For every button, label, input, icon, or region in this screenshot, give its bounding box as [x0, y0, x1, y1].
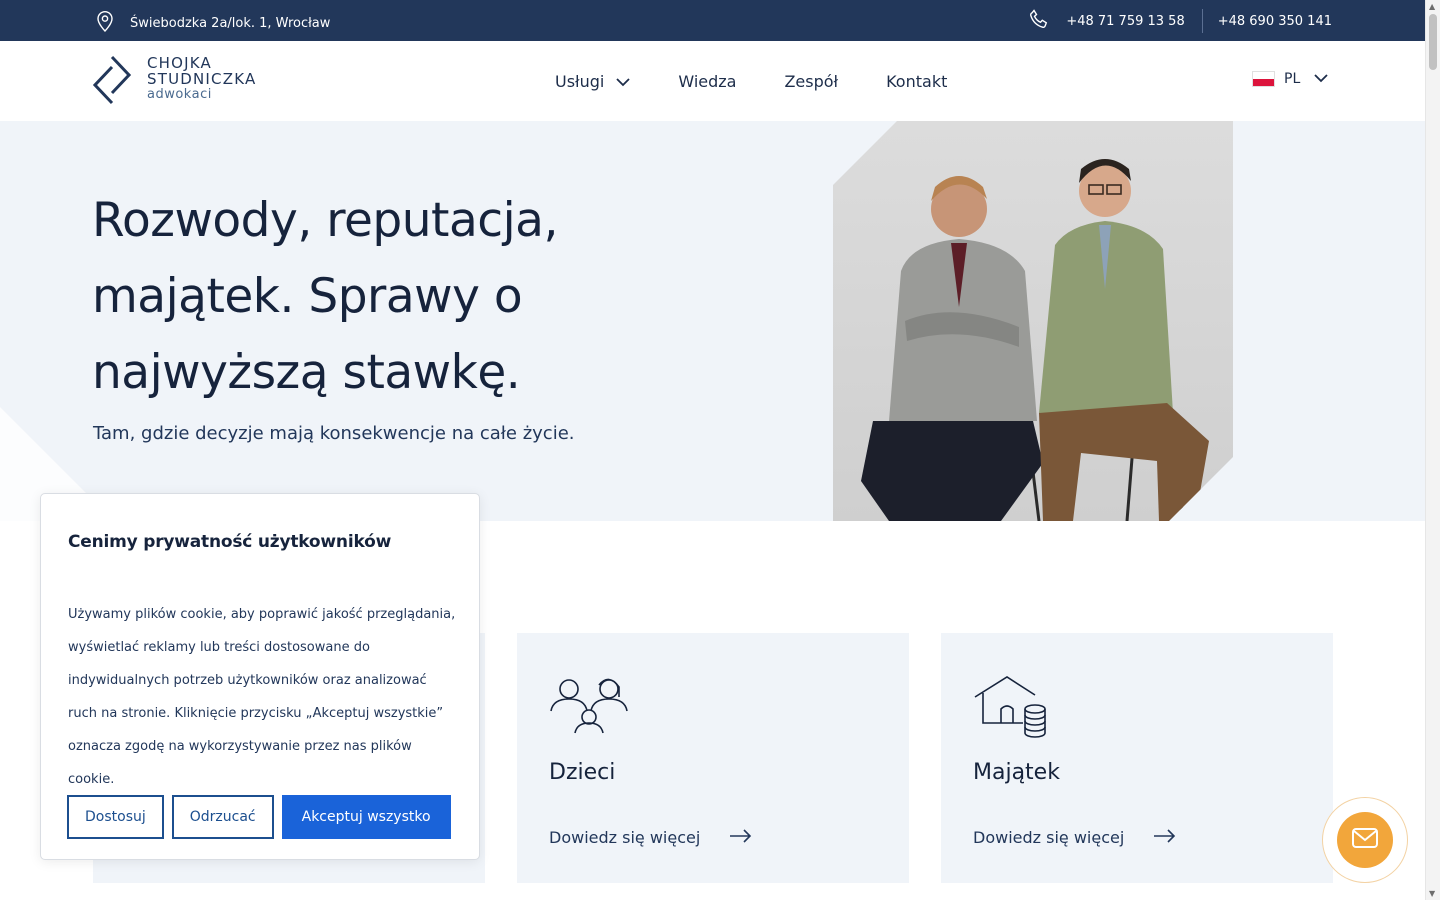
main-nav: Usługi Wiedza Zespół Kontakt [555, 72, 995, 91]
nav-label: Wiedza [678, 72, 737, 91]
nav-label: Kontakt [886, 72, 948, 91]
language-switcher[interactable]: PL [1252, 71, 1328, 87]
lawyers-photo [833, 121, 1233, 521]
service-card-dzieci[interactable]: Dzieci Dowiedz się więcej [517, 633, 909, 883]
phone-numbers: +48 71 759 13 58 +48 690 350 141 [1028, 8, 1332, 34]
accept-all-button[interactable]: Akceptuj wszystko [281, 795, 451, 839]
hero-section: Rozwody, reputacja, majątek. Sprawy o na… [0, 121, 1425, 521]
page-scrollbar[interactable]: ▲ ▼ [1425, 0, 1440, 900]
contact-fab-button[interactable] [1337, 812, 1393, 868]
phone-icon [1028, 8, 1050, 34]
learn-more-link[interactable]: Dowiedz się więcej [549, 828, 752, 847]
nav-item-uslugi[interactable]: Usługi [555, 72, 630, 91]
arrow-right-icon [1154, 828, 1176, 847]
logo-line-3: adwokaci [147, 87, 212, 102]
nav-item-kontakt[interactable]: Kontakt [886, 72, 947, 91]
nav-label: Zespół [784, 72, 839, 91]
nav-item-zespol[interactable]: Zespół [784, 72, 838, 91]
hero-title-line-3: najwyższą stawkę. [92, 345, 521, 400]
card-title: Majątek [973, 760, 1060, 785]
address[interactable]: Świebodzka 2a/lok. 1, Wrocław [96, 10, 330, 36]
family-icon [549, 675, 629, 739]
divider [1201, 9, 1203, 33]
poland-flag-icon [1252, 71, 1275, 87]
phone-link-2[interactable]: +48 690 350 141 [1218, 14, 1332, 29]
card-title: Dzieci [549, 760, 616, 785]
link-label: Dowiedz się więcej [973, 828, 1125, 847]
cookie-buttons: Dostosuj Odrzucać Akceptuj wszystko [67, 795, 451, 839]
learn-more-link[interactable]: Dowiedz się więcej [973, 828, 1176, 847]
reject-button[interactable]: Odrzucać [171, 795, 274, 839]
hero-subtitle: Tam, gdzie decyzje mają konsekwencje na … [93, 423, 575, 444]
chevron-down-icon [1314, 71, 1328, 87]
nav-label: Usługi [555, 72, 605, 91]
nav-item-wiedza[interactable]: Wiedza [678, 72, 736, 91]
scroll-up-icon[interactable]: ▲ [1429, 2, 1435, 11]
hero-title-line-1: Rozwody, reputacja, [92, 193, 558, 248]
scroll-down-icon[interactable]: ▼ [1429, 889, 1435, 898]
arrow-right-icon [730, 828, 752, 847]
logo-line-2: STUDNICZKA [147, 70, 257, 88]
cookie-description: Używamy plików cookie, aby poprawić jako… [68, 607, 456, 787]
mail-icon [1352, 828, 1378, 852]
top-bar: Świebodzka 2a/lok. 1, Wrocław +48 71 759… [0, 0, 1425, 41]
main-header: CHOJKA STUDNICZKA adwokaci Usługi Wiedza… [0, 41, 1425, 121]
location-pin-icon [96, 10, 114, 36]
phone-link-1[interactable]: +48 71 759 13 58 [1066, 14, 1184, 29]
chevron-down-icon [616, 72, 630, 91]
cookie-title: Cenimy prywatność użytkowników [68, 532, 392, 552]
hero-title: Rozwody, reputacja, majątek. Sprawy o na… [92, 183, 612, 411]
scrollbar-thumb[interactable] [1429, 14, 1437, 70]
cookie-consent-banner: Cenimy prywatność użytkowników Używamy p… [40, 493, 480, 860]
language-code: PL [1284, 71, 1301, 87]
house-coins-icon [973, 675, 1053, 743]
logo[interactable]: CHOJKA STUDNICZKA adwokaci [92, 54, 257, 109]
logo-line-1: CHOJKA [147, 54, 213, 72]
service-card-majatek[interactable]: Majątek Dowiedz się więcej [941, 633, 1333, 883]
hero-title-line-2: majątek. Sprawy o [92, 269, 523, 324]
logo-diamond-icon [92, 55, 132, 109]
link-label: Dowiedz się więcej [549, 828, 701, 847]
customize-button[interactable]: Dostosuj [67, 795, 164, 839]
address-text: Świebodzka 2a/lok. 1, Wrocław [130, 15, 331, 31]
